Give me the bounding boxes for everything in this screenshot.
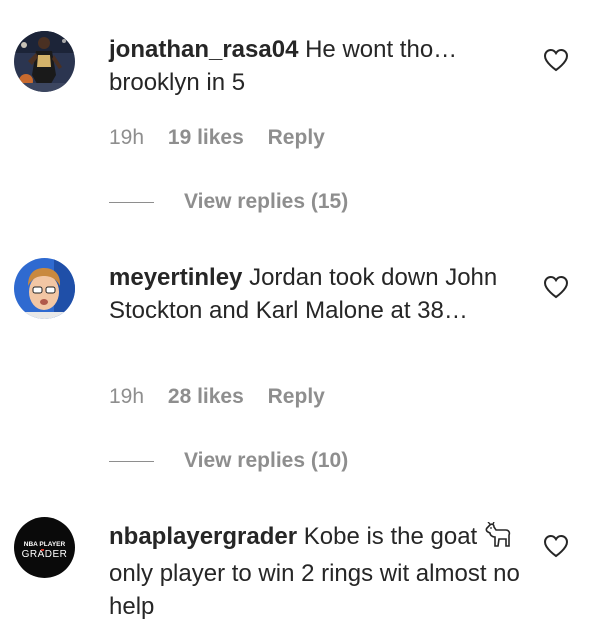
comment-likes[interactable]: 19 likes <box>168 126 244 149</box>
avatar-nbaplayergrader[interactable]: NBA PLAYER GRADER <box>14 517 75 578</box>
comment-body: Kobe is the goat <box>303 523 478 550</box>
like-heart-icon[interactable] <box>543 275 569 299</box>
view-replies-button[interactable]: View replies (10) <box>109 449 348 473</box>
view-replies-divider <box>109 460 154 462</box>
comment-text: nbaplayergrader Kobe is the goat only pl… <box>109 520 529 623</box>
avatar-meyertinley[interactable] <box>14 258 75 319</box>
comment-likes[interactable]: 28 likes <box>168 385 244 408</box>
comment-time[interactable]: 19h <box>109 126 144 149</box>
like-heart-icon[interactable] <box>543 534 569 558</box>
comment-text: meyertinley Jordan took down John Stockt… <box>109 261 529 327</box>
comment-username[interactable]: meyertinley <box>109 264 242 291</box>
goat-icon <box>484 521 514 557</box>
comment-meta: 19h 19 likes Reply <box>109 126 343 150</box>
comment-username[interactable]: nbaplayergrader <box>109 523 297 550</box>
reply-button[interactable]: Reply <box>268 385 325 408</box>
avatar-face-icon <box>14 258 75 319</box>
avatar-logo-line2: GRADER <box>22 549 68 560</box>
comment-username[interactable]: jonathan_rasa04 <box>109 36 298 63</box>
view-replies-label: View replies (15) <box>184 190 349 213</box>
avatar-basketball-player-icon <box>14 31 75 92</box>
avatar-logo-line1: NBA PLAYER <box>24 541 66 548</box>
like-heart-icon[interactable] <box>543 48 569 72</box>
view-replies-button[interactable]: View replies (15) <box>109 190 348 214</box>
comment-time[interactable]: 19h <box>109 385 144 408</box>
view-replies-label: View replies (10) <box>184 449 349 472</box>
reply-button[interactable]: Reply <box>268 126 325 149</box>
comment-body-continued: only player to win 2 rings wit almost no… <box>109 560 520 620</box>
avatar-logo-icon: NBA PLAYER GRADER <box>14 517 75 578</box>
comment-meta: 19h 28 likes Reply <box>109 385 343 409</box>
comment-text: jonathan_rasa04 He wont tho… brooklyn in… <box>109 33 529 99</box>
view-replies-divider <box>109 201 154 203</box>
avatar-jonathan-rasa04[interactable] <box>14 31 75 92</box>
